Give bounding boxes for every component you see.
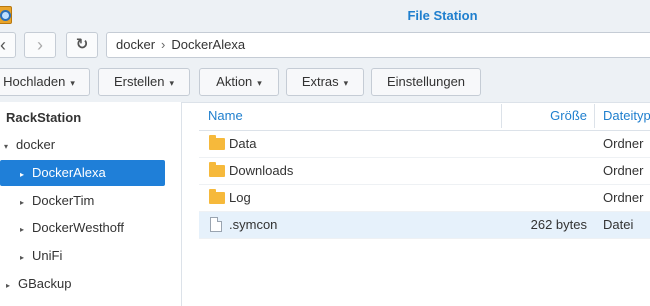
file-name: Downloads bbox=[229, 163, 294, 178]
title-bar: File Station bbox=[0, 0, 650, 32]
chevron-down-icon: ▾ bbox=[169, 78, 175, 88]
chevron-left-icon: ‹ bbox=[0, 35, 6, 55]
file-size bbox=[501, 131, 587, 157]
tree-item-label: GBackup bbox=[18, 276, 72, 291]
breadcrumb-item-dockeralexa[interactable]: DockerAlexa bbox=[171, 37, 245, 52]
breadcrumb-separator: › bbox=[161, 37, 166, 52]
column-header-type[interactable]: Dateityp bbox=[603, 102, 650, 130]
extras-button[interactable]: Extras ▾ bbox=[286, 68, 364, 96]
tree-item-label: DockerTim bbox=[32, 193, 95, 208]
navigation-bar: ‹ › ↻ docker › DockerAlexa bbox=[0, 32, 650, 62]
folder-tree: RackStation ▾ docker ▸ DockerAlexa ▸ Docker… bbox=[0, 102, 182, 306]
chevron-right-icon[interactable]: ▸ bbox=[20, 217, 32, 243]
window-title: File Station bbox=[407, 8, 478, 23]
chevron-right-icon[interactable]: ▸ bbox=[20, 245, 32, 271]
file-name: .symcon bbox=[229, 217, 278, 232]
tree-item-dockertim[interactable]: ▸ DockerTim bbox=[20, 188, 165, 214]
upload-label: Hochladen bbox=[3, 74, 66, 89]
settings-button[interactable]: Einstellungen bbox=[371, 68, 481, 96]
file-size bbox=[501, 185, 587, 211]
upload-button[interactable]: Hochladen ▾ bbox=[0, 68, 90, 96]
tree-item-label: DockerWesthoff bbox=[32, 220, 125, 235]
refresh-icon: ↻ bbox=[75, 36, 89, 53]
folder-icon bbox=[209, 135, 225, 150]
table-row[interactable]: Downloads Ordner bbox=[199, 158, 650, 185]
file-icon bbox=[210, 217, 222, 232]
back-button[interactable]: ‹ bbox=[0, 32, 16, 58]
tree-item-unifi[interactable]: ▸ UniFi bbox=[20, 243, 165, 269]
tree-item-gbackup[interactable]: ▸ GBackup bbox=[6, 271, 166, 297]
breadcrumb-item-docker[interactable]: docker bbox=[116, 37, 155, 52]
refresh-button[interactable]: ↻ bbox=[66, 32, 98, 58]
file-name: Log bbox=[229, 190, 251, 205]
tree-item-dockeralexa[interactable]: ▸ DockerAlexa bbox=[0, 160, 165, 186]
chevron-down-icon: ▾ bbox=[343, 78, 349, 88]
extras-label: Extras bbox=[301, 74, 339, 89]
chevron-down-icon: ▾ bbox=[70, 78, 75, 88]
forward-button[interactable]: › bbox=[24, 32, 56, 58]
file-size: 262 bytes bbox=[530, 217, 587, 232]
create-button[interactable]: Erstellen ▾ bbox=[98, 68, 190, 96]
chevron-down-icon[interactable]: ▾ bbox=[4, 134, 16, 160]
chevron-right-icon: › bbox=[37, 35, 43, 55]
tree-item-label: UniFi bbox=[32, 248, 63, 263]
file-type: Datei bbox=[603, 217, 634, 232]
table-row[interactable]: .symcon 262 bytes Datei bbox=[199, 212, 650, 239]
column-divider[interactable] bbox=[594, 104, 595, 128]
table-row[interactable]: Log Ordner bbox=[199, 185, 650, 212]
path-breadcrumb[interactable]: docker › DockerAlexa bbox=[106, 32, 650, 58]
tree-item-label: docker bbox=[16, 137, 56, 152]
tree-item-dockerwesthoff[interactable]: ▸ DockerWesthoff bbox=[20, 215, 165, 241]
tree-item-label: DockerAlexa bbox=[32, 165, 106, 180]
column-header-name[interactable]: Name bbox=[208, 102, 243, 130]
chevron-right-icon[interactable]: ▸ bbox=[20, 162, 32, 188]
column-header-size[interactable]: Größe bbox=[501, 102, 587, 130]
toolbar: Hochladen ▾ Erstellen ▾ Aktion ▾ Extras ▾ Ei… bbox=[0, 62, 650, 103]
file-size bbox=[501, 158, 587, 184]
chevron-right-icon[interactable]: ▸ bbox=[20, 190, 32, 216]
tree-item-docker[interactable]: ▾ docker bbox=[4, 132, 164, 158]
table-header: Name Größe Dateityp bbox=[199, 102, 650, 131]
file-type: Ordner bbox=[603, 190, 644, 205]
folder-icon bbox=[209, 189, 225, 204]
file-name: Data bbox=[229, 136, 257, 151]
table-row[interactable]: Data Ordner bbox=[199, 131, 650, 158]
file-type: Ordner bbox=[603, 136, 644, 151]
action-label: Aktion bbox=[216, 74, 253, 89]
chevron-down-icon: ▾ bbox=[257, 78, 262, 88]
file-type: Ordner bbox=[603, 163, 644, 178]
file-list: Name Größe Dateityp Data Ordner Download… bbox=[199, 102, 650, 306]
create-label: Erstellen bbox=[113, 74, 165, 89]
settings-label: Einstellungen bbox=[386, 74, 466, 89]
folder-icon bbox=[209, 162, 225, 177]
chevron-right-icon[interactable]: ▸ bbox=[6, 273, 18, 299]
action-button[interactable]: Aktion ▾ bbox=[199, 68, 279, 96]
tree-root-label: RackStation bbox=[6, 110, 82, 125]
